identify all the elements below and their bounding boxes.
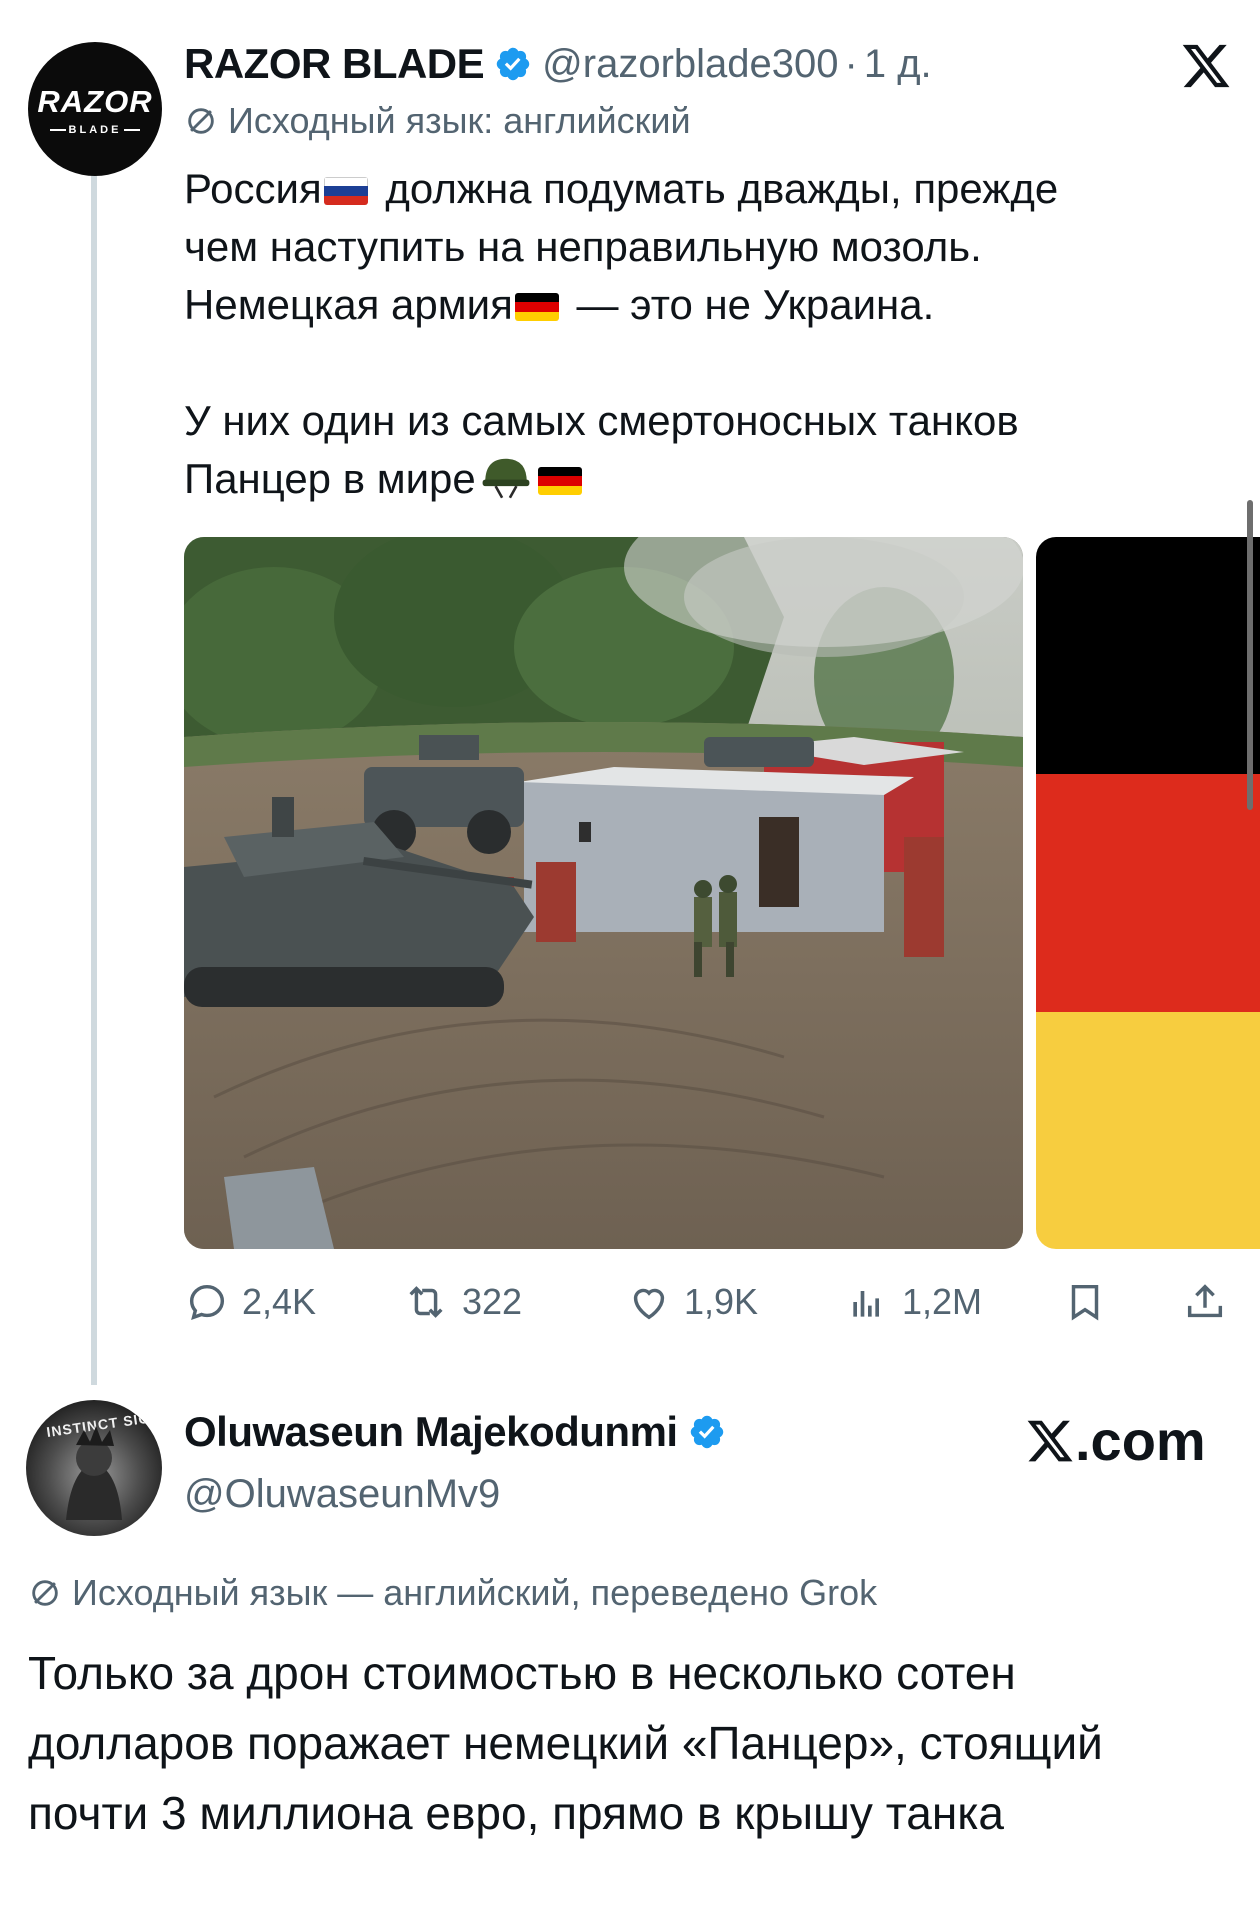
flag-stripe-red — [1036, 774, 1260, 1012]
verified-badge-icon — [690, 1415, 723, 1449]
avatar-figure — [66, 1426, 122, 1520]
translation-note-text: Исходный язык: английский — [228, 100, 691, 141]
repost-count: 322 — [462, 1281, 523, 1322]
share-button[interactable] — [1182, 1272, 1240, 1332]
text-line-4: У них один из самых смертоносных танков — [184, 397, 1019, 444]
text-russia: Россия — [184, 165, 322, 212]
tweet-media-german-flag[interactable] — [1036, 537, 1260, 1249]
reply-author-name[interactable]: Oluwaseun Majekodunmi — [184, 1408, 678, 1456]
tweet-header: RAZOR BLADE @razorblade300 · 1 д. — [184, 34, 932, 94]
tweet-time[interactable]: 1 д. — [864, 42, 932, 87]
reply-translation-note[interactable]: Исходный язык — английский, переведено G… — [28, 1572, 877, 1614]
germany-flag-emoji-2 — [537, 467, 582, 495]
thread-connector-line — [91, 170, 97, 1385]
repost-icon — [409, 1286, 443, 1318]
share-icon — [1187, 1284, 1223, 1318]
tweet-line-4: У них один из самых смертоносных танков — [184, 392, 1184, 450]
views-icon — [853, 1291, 879, 1317]
avatar-logo-text: RAZOR — [37, 84, 153, 119]
author-handle[interactable]: @razorblade300 — [542, 42, 838, 87]
reply-translation-note-text: Исходный язык — английский, переведено G… — [72, 1572, 878, 1613]
text-line-3-rest: — это не Украина. — [564, 281, 935, 328]
translate-icon — [32, 1580, 58, 1606]
reply-count: 2,4K — [242, 1281, 317, 1322]
text-line-5: Панцер в мире — [184, 455, 476, 502]
bookmark-icon — [1071, 1284, 1099, 1321]
verified-badge-icon — [496, 47, 530, 81]
like-button[interactable]: 1,9K — [626, 1272, 758, 1332]
views-button[interactable]: 1,2M — [846, 1272, 982, 1332]
views-count: 1,2M — [902, 1281, 983, 1322]
tweet-body: Россия должна подумать дважды, прежде че… — [184, 160, 1184, 508]
separator-dot: · — [844, 41, 858, 86]
text-line-1-rest: должна подумать дважды, прежде — [373, 165, 1059, 212]
translation-note[interactable]: Исходный язык: английский — [184, 100, 691, 142]
xcom-brand: .com — [1025, 1408, 1206, 1473]
reply-button[interactable]: 2,4K — [184, 1272, 316, 1332]
like-count: 1,9K — [684, 1281, 759, 1322]
tweet-line-2: чем наступить на неправильную мозоль. — [184, 218, 1184, 276]
reply-icon — [189, 1284, 225, 1321]
scrollbar[interactable] — [1247, 500, 1253, 810]
xcom-text: .com — [1075, 1409, 1206, 1472]
avatar-oluwaseun[interactable]: INSTINCT SIGN — [26, 1400, 162, 1536]
author-name[interactable]: RAZOR BLADE — [184, 40, 485, 88]
tweet-line-5: Панцер в мире — [184, 450, 1184, 508]
bookmark-button[interactable] — [1062, 1272, 1120, 1332]
x-logo-icon[interactable] — [1180, 40, 1232, 92]
like-icon — [633, 1288, 665, 1320]
germany-flag-emoji — [514, 293, 559, 321]
russia-flag-emoji — [323, 177, 368, 205]
helmet-icon — [482, 458, 530, 499]
translate-icon — [188, 108, 214, 134]
avatar-razor-blade[interactable]: RAZOR BLADE — [28, 42, 162, 176]
reply-header: Oluwaseun Majekodunmi — [184, 1408, 736, 1456]
flag-stripe-black — [1036, 537, 1260, 775]
x-logo-icon — [1027, 1420, 1073, 1461]
tweet-line-1: Россия должна подумать дважды, прежде — [184, 160, 1184, 218]
tweet-actions-bar: 2,4K 322 1,9K 1,2M — [184, 1272, 1234, 1332]
repost-button[interactable]: 322 — [402, 1272, 522, 1332]
avatar-logo-subtext: BLADE — [28, 124, 162, 136]
tweet-media-tank-photo[interactable] — [184, 537, 1023, 1249]
flag-stripe-gold — [1036, 1011, 1260, 1249]
tank-scene-image — [184, 537, 1023, 1249]
text-line-2: чем наступить на неправильную мозоль. — [184, 223, 982, 270]
text-german-army: Немецкая армия — [184, 281, 513, 328]
tweet-line-3: Немецкая армия — это не Украина. — [184, 276, 1184, 334]
reply-author-handle[interactable]: @OluwaseunMv9 — [184, 1472, 500, 1517]
reply-body: Только за дрон стоимостью в несколько со… — [28, 1647, 1103, 1839]
